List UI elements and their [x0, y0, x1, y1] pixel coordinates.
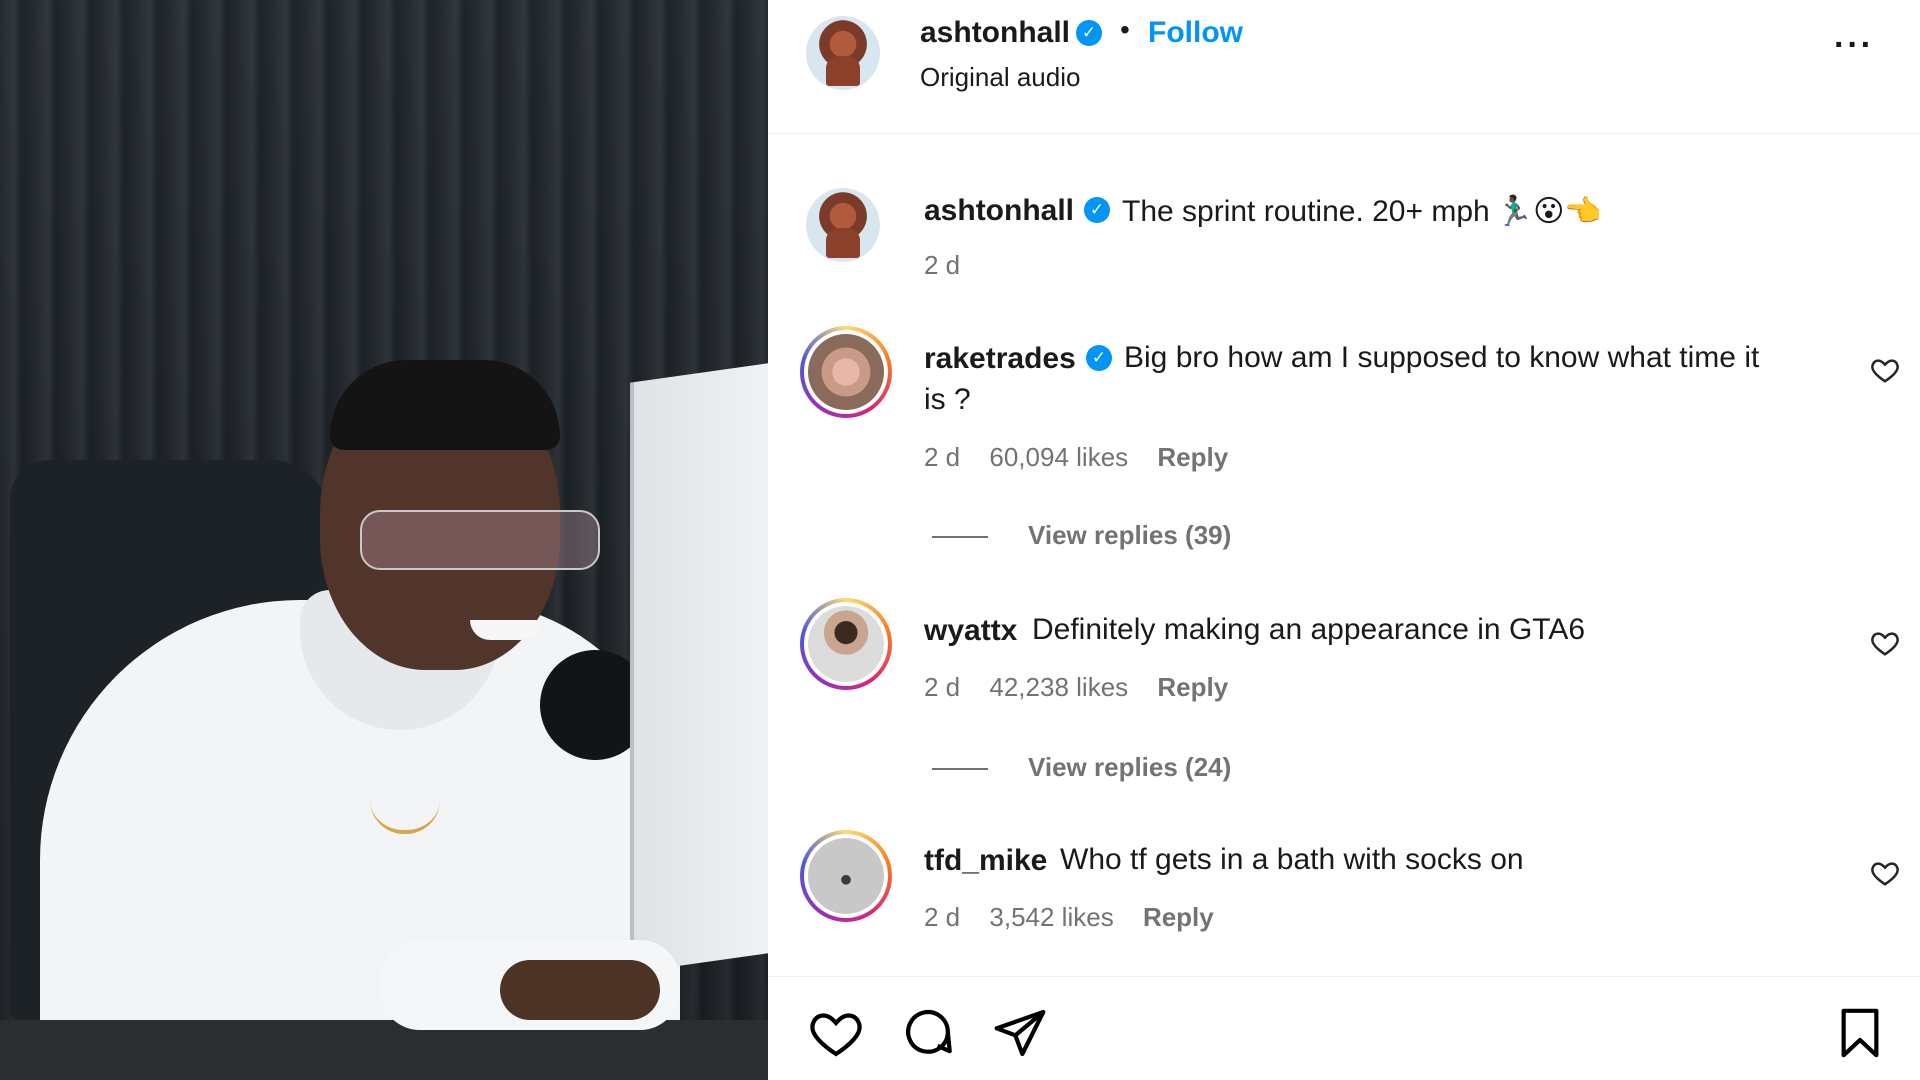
author-username[interactable]: ashtonhall [920, 16, 1070, 50]
bookmark-icon[interactable] [1832, 1005, 1888, 1061]
heart-icon[interactable] [808, 1005, 864, 1061]
caption-emojis: 🏃🏿‍♂️😮👈 [1495, 195, 1602, 228]
comment-like-heart-icon[interactable] [1870, 858, 1900, 895]
hand [500, 960, 660, 1020]
verified-badge-icon: ✓ [1076, 20, 1102, 46]
comment-meta: 2 d 42,238 likes Reply [924, 672, 1250, 703]
view-replies-label: View replies (39) [1028, 520, 1232, 550]
reply-button[interactable]: Reply [1143, 902, 1214, 932]
computer-monitor [630, 357, 768, 973]
comment-bubble-icon[interactable] [900, 1005, 956, 1061]
post-media-image[interactable] [0, 0, 768, 1080]
comment-username[interactable]: tfd_mike [924, 844, 1047, 878]
comment-username[interactable]: wyattx [924, 614, 1017, 648]
caption-text-body: The sprint routine. 20+ mph [1122, 195, 1490, 228]
audio-label[interactable]: Original audio [920, 62, 1080, 93]
commenter-avatar [808, 334, 884, 410]
commenter-avatar [808, 838, 884, 914]
view-replies-button[interactable]: View replies (24) [932, 752, 1231, 783]
follow-button[interactable]: Follow [1148, 16, 1243, 50]
comment-likes[interactable]: 3,542 likes [989, 902, 1113, 932]
separator-dot: • [1120, 14, 1130, 45]
caption-text: The sprint routine. 20+ mph 🏃🏿‍♂️😮👈 [1122, 194, 1602, 229]
comment-meta: 2 d 3,542 likes Reply [924, 902, 1236, 933]
verified-badge-icon: ✓ [1084, 197, 1110, 223]
desk [0, 1020, 768, 1080]
view-replies-label: View replies (24) [1028, 752, 1232, 782]
comment-text-line2: is ? [924, 383, 971, 416]
caption-username[interactable]: ashtonhall [924, 194, 1074, 228]
story-ring[interactable] [800, 326, 892, 418]
comment-like-heart-icon[interactable] [1870, 628, 1900, 665]
post-action-bar [768, 976, 1920, 1080]
replies-divider-line [932, 768, 988, 771]
commenter-avatar [808, 606, 884, 682]
verified-badge-icon: ✓ [1086, 345, 1112, 371]
comment-timestamp[interactable]: 2 d [924, 442, 960, 472]
caption-author-avatar[interactable] [806, 188, 880, 262]
more-options-icon[interactable]: ··· [1834, 26, 1874, 65]
author-avatar[interactable] [806, 16, 880, 90]
view-replies-button[interactable]: View replies (39) [932, 520, 1231, 551]
comment-text-line1: Who tf gets in a bath with socks on [1060, 843, 1524, 876]
comment-like-heart-icon[interactable] [1870, 355, 1900, 392]
comment-text-line1: Big bro how am I supposed to know what t… [1124, 341, 1760, 374]
post-side-panel: ashtonhall ✓ • Follow Original audio ···… [768, 0, 1920, 1080]
comment-likes[interactable]: 42,238 likes [989, 672, 1128, 702]
comment-text-line1: Definitely making an appearance in GTA6 [1032, 613, 1586, 646]
comment-meta: 2 d 60,094 likes Reply [924, 442, 1250, 473]
post-header: ashtonhall ✓ • Follow Original audio ··· [768, 0, 1920, 134]
smile [470, 620, 540, 640]
caption-timestamp[interactable]: 2 d [924, 250, 960, 281]
hair [330, 360, 560, 450]
story-ring[interactable] [800, 830, 892, 922]
sunglasses [360, 510, 600, 570]
comment-likes[interactable]: 60,094 likes [989, 442, 1128, 472]
reply-button[interactable]: Reply [1157, 672, 1228, 702]
paper-plane-icon[interactable] [992, 1005, 1048, 1061]
comment-timestamp[interactable]: 2 d [924, 672, 960, 702]
replies-divider-line [932, 536, 988, 539]
reply-button[interactable]: Reply [1157, 442, 1228, 472]
story-ring[interactable] [800, 598, 892, 690]
comment-timestamp[interactable]: 2 d [924, 902, 960, 932]
comment-username[interactable]: raketrades [924, 342, 1076, 376]
